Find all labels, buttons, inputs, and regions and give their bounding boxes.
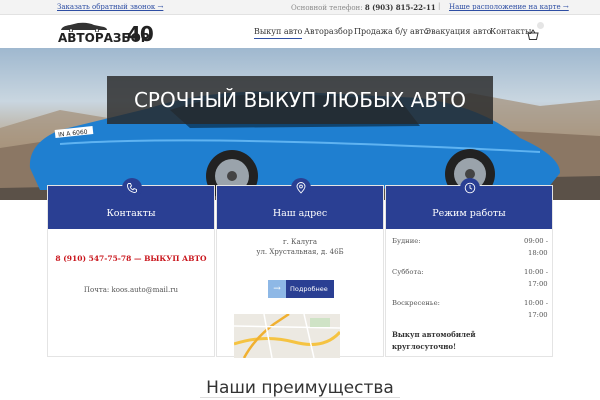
contacts-card: Контакты 8 (910) 547-75-78 — ВЫКУП АВТО …: [47, 178, 215, 357]
nav-item-evacuation[interactable]: Эвакуация авто: [425, 27, 491, 36]
phone-label: Основной телефон:: [291, 4, 363, 12]
nav-item-buyout[interactable]: Выкуп авто: [254, 27, 303, 39]
info-cards: Контакты 8 (910) 547-75-78 — ВЫКУП АВТО …: [47, 178, 553, 358]
hours-to-saturday: 17:00: [528, 280, 548, 288]
hours-note-line1: Выкуп автомобилей: [392, 330, 476, 339]
map-link[interactable]: Наше расположение на карте →: [449, 3, 569, 11]
hours-to-sunday: 17:00: [528, 311, 548, 319]
more-details-button[interactable]: → Подробнее: [268, 280, 334, 298]
basket-icon: [527, 29, 539, 40]
top-bar: Заказать обратный звонок → Основной теле…: [0, 0, 600, 15]
site-header: АВТОРАЗБОР 40 Выкуп авто Авторазбор Прод…: [0, 15, 600, 48]
nav-item-used-cars[interactable]: Продажа б/у авто: [354, 27, 429, 36]
hero-title: СРОЧНЫЙ ВЫКУП ЛЮБЫХ АВТО: [107, 76, 493, 124]
contacts-card-title: Контакты: [106, 208, 156, 219]
phone-number[interactable]: 8 (903) 815-22-11: [365, 3, 436, 12]
topbar-separator: |: [438, 2, 441, 10]
logo-number: 40: [127, 22, 154, 46]
nav-item-contacts[interactable]: Контакты: [490, 27, 531, 36]
address-card-title: Наш адрес: [272, 208, 328, 219]
address-street: ул. Хрустальная, д. 46Б: [256, 248, 344, 256]
site-logo[interactable]: АВТОРАЗБОР 40: [57, 20, 154, 46]
phone-icon: [122, 178, 142, 198]
more-details-label: Подробнее: [290, 285, 328, 293]
hours-day-sunday: Воскресенье:: [392, 299, 440, 307]
cart-count-badge: [537, 22, 544, 29]
hours-from-sunday: 10:00 -: [524, 299, 549, 307]
hours-card-title: Режим работы: [432, 208, 506, 219]
clock-icon: [460, 178, 480, 198]
arrow-right-icon: →: [268, 280, 286, 298]
hours-note-line2: круглосуточно!: [392, 342, 457, 351]
nav-item-dismantling[interactable]: Авторазбор: [304, 27, 353, 36]
advantages-heading: Наши преимущества: [206, 378, 394, 398]
hours-from-weekdays: 09:00 -: [524, 237, 549, 245]
address-city: г. Калуга: [282, 238, 318, 246]
hours-card: Режим работы Будние: 09:00 - 18:00 Суббо…: [385, 178, 553, 357]
contact-email[interactable]: Почта: koos.auto@mail.ru: [48, 286, 214, 294]
map-image: [234, 314, 340, 358]
hours-note: Выкуп автомобилей круглосуточно!: [392, 329, 476, 353]
main-phone: Основной телефон: 8 (903) 815-22-11: [291, 3, 436, 12]
buyout-phone[interactable]: 8 (910) 547-75-78 — ВЫКУП АВТО: [48, 254, 214, 263]
cart-icon[interactable]: [527, 22, 544, 40]
callback-link[interactable]: Заказать обратный звонок →: [57, 3, 163, 11]
address-map-thumbnail[interactable]: [234, 314, 340, 358]
address-card: Наш адрес г. Калуга ул. Хрустальная, д. …: [216, 178, 384, 358]
advantages-divider: [200, 397, 400, 398]
hours-to-weekdays: 18:00: [528, 249, 548, 257]
hours-from-saturday: 10:00 -: [524, 268, 549, 276]
location-pin-icon: [291, 178, 311, 198]
hours-day-weekdays: Будние:: [392, 237, 421, 245]
hours-day-saturday: Суббота:: [392, 268, 424, 276]
